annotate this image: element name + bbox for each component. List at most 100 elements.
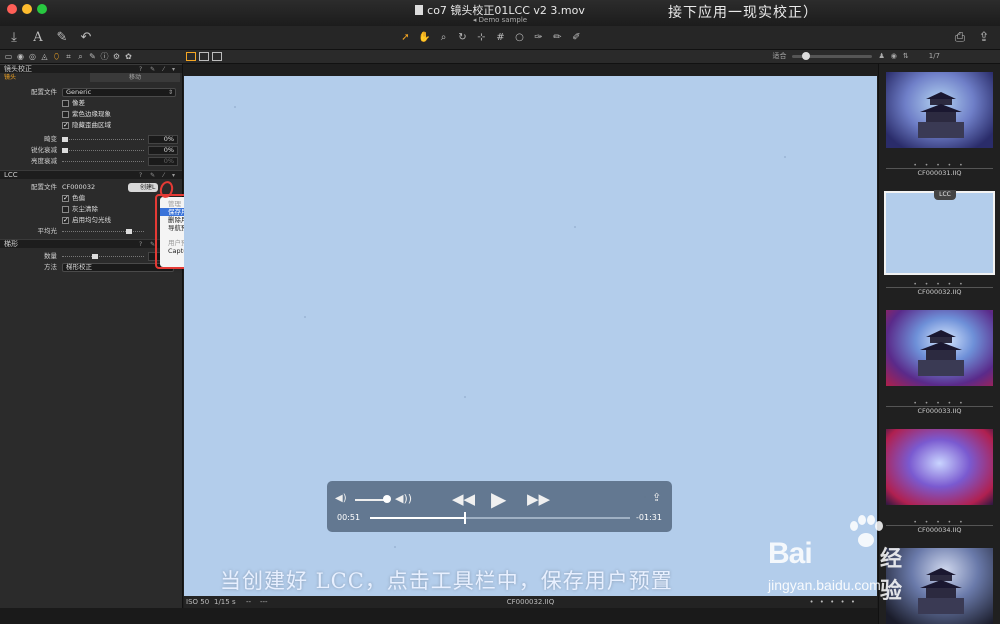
- dust-speck: [464, 396, 466, 398]
- share-icon[interactable]: ⇪: [652, 491, 661, 504]
- grid-view-icon[interactable]: [186, 52, 196, 61]
- slider-knob[interactable]: [802, 51, 811, 60]
- color-cast-checkbox[interactable]: [62, 193, 69, 204]
- light-falloff-value[interactable]: 0%: [148, 157, 178, 166]
- output-tab-icon[interactable]: ⚙: [112, 51, 121, 62]
- tab-move[interactable]: 移动: [90, 73, 180, 82]
- bottom-strip: [0, 608, 1000, 624]
- aberration-checkbox[interactable]: [62, 100, 69, 107]
- distortion-slider[interactable]: [62, 137, 144, 142]
- progress-bar[interactable]: [370, 512, 630, 524]
- compare-view-icon[interactable]: [212, 52, 222, 61]
- pagoda-image: [918, 92, 964, 138]
- color-tab-icon[interactable]: ◬: [40, 51, 49, 62]
- uniform-amount-label: 平均光: [37, 227, 58, 235]
- main-toolbar: ⤓ A ✎ ↶ ➚ ✋ ⌕ ↻ ⊹ # ○ ✑ ✏ ✐ ⎙ ⇪: [0, 26, 1000, 50]
- session-name: ◂ Demo sample: [472, 16, 528, 24]
- slider-knob[interactable]: [126, 229, 132, 234]
- exposure-tab-icon[interactable]: ⬯: [52, 51, 61, 62]
- text-icon[interactable]: A: [30, 29, 46, 47]
- rotate-icon[interactable]: ↻: [455, 30, 470, 45]
- tool-tabs: ▭ ◉ ◎ ◬ ⬯ ⌗ ⌕ ✎ ⓘ ⚙ ✿: [4, 51, 133, 62]
- thumbnail-name: CF000031.IIQ: [917, 169, 962, 177]
- eye-icon[interactable]: ◉: [891, 52, 897, 60]
- metadata-tab-icon[interactable]: ⓘ: [100, 51, 109, 62]
- thumbnail-meta: • • • • • CF000031.IIQ: [886, 162, 993, 177]
- volume-high-icon[interactable]: ◀)): [395, 492, 412, 505]
- pointer-icon[interactable]: ➚: [398, 30, 413, 45]
- lcc-badge: LCC: [934, 190, 956, 200]
- dust-speck: [394, 546, 396, 548]
- section-controls[interactable]: ? ✎ ⁄ ▾: [139, 171, 178, 180]
- viewer-header: [184, 64, 877, 76]
- purple-fringe-checkbox[interactable]: [62, 111, 69, 118]
- hide-distortion-checkbox[interactable]: [62, 120, 69, 131]
- thumbnail-cf000032[interactable]: LCC: [884, 190, 995, 275]
- lcc-header[interactable]: LCC? ✎ ⁄ ▾: [0, 170, 182, 179]
- hide-distortion-label: 隐藏歪曲区域: [72, 121, 111, 129]
- browser-controls: 适合 ♟ ◉ ⇅ 1/7: [772, 51, 940, 61]
- section-controls[interactable]: ? ✎ ⁄ ▾: [139, 65, 178, 74]
- local-adjust-tab-icon[interactable]: ✎: [88, 51, 97, 62]
- thumbnail-cf000031[interactable]: [886, 72, 993, 148]
- single-view-icon[interactable]: [199, 52, 209, 61]
- library-tab-icon[interactable]: ▭: [4, 51, 13, 62]
- pan-icon[interactable]: ✋: [417, 30, 432, 45]
- thumbnail-cf000033[interactable]: [886, 310, 993, 386]
- create-lcc-button[interactable]: 创建L: [128, 183, 158, 192]
- uniform-amount-slider[interactable]: [62, 229, 144, 234]
- uniform-light-checkbox[interactable]: [62, 215, 69, 226]
- lens-profile-select[interactable]: Generic: [62, 88, 176, 97]
- erase-icon[interactable]: ✐: [569, 30, 584, 45]
- distortion-value[interactable]: 0%: [148, 135, 178, 144]
- uniform-light-label: 启用均匀光线: [72, 216, 111, 224]
- volume-low-icon[interactable]: ◀): [335, 493, 347, 504]
- person-icon[interactable]: ♟: [878, 52, 884, 60]
- light-falloff-row: 亮度衰减 0%: [0, 156, 182, 167]
- fast-forward-button[interactable]: ▶▶: [527, 490, 550, 508]
- print-icon[interactable]: ⎙: [952, 29, 968, 47]
- batch-tab-icon[interactable]: ✿: [124, 51, 133, 62]
- brush-icon[interactable]: ✎: [54, 29, 70, 47]
- keystone-amount-slider[interactable]: [62, 254, 144, 259]
- slider-knob[interactable]: [62, 137, 68, 142]
- purple-fringe-label: 紫色边缘现象: [72, 110, 111, 118]
- sort-icon[interactable]: ⇅: [903, 52, 909, 60]
- sharpness-falloff-slider[interactable]: [62, 148, 144, 153]
- dust-speck: [574, 226, 576, 228]
- volume-knob[interactable]: [383, 495, 391, 503]
- dust-speck: [234, 106, 236, 108]
- dust-speck: [784, 156, 786, 158]
- play-button[interactable]: ▶: [491, 487, 506, 511]
- cursor-tools: ➚ ✋ ⌕ ↻ ⊹ # ○ ✑ ✏ ✐: [398, 30, 584, 45]
- straighten-icon[interactable]: #: [493, 30, 508, 45]
- dust-removal-checkbox[interactable]: [62, 206, 69, 213]
- thumbnail-size-slider[interactable]: [792, 51, 873, 60]
- lens-correction-header[interactable]: 镜头校正? ✎ ⁄ ▾: [0, 64, 182, 73]
- slider-knob[interactable]: [92, 254, 98, 259]
- slider-knob[interactable]: [62, 148, 68, 153]
- thumbnail-cf000034[interactable]: [886, 429, 993, 505]
- detail-tab-icon[interactable]: ⌕: [76, 51, 85, 62]
- lens-tab-icon[interactable]: ◎: [28, 51, 37, 62]
- zoom-fit-label[interactable]: 适合: [772, 51, 786, 61]
- light-falloff-slider[interactable]: [62, 161, 144, 162]
- lens-profile-label: 配置文件: [31, 88, 57, 96]
- overlay-caption: 接下应用一现实校正）: [668, 5, 818, 21]
- zoom-icon[interactable]: ⌕: [436, 30, 451, 45]
- crop-tab-icon[interactable]: ⌗: [64, 51, 73, 62]
- mask-icon[interactable]: ○: [512, 30, 527, 45]
- undo-icon[interactable]: ↶: [78, 29, 94, 47]
- crop-icon[interactable]: ⊹: [474, 30, 489, 45]
- picker-icon[interactable]: ✑: [531, 30, 546, 45]
- capture-tab-icon[interactable]: ◉: [16, 51, 25, 62]
- export-icon[interactable]: ⇪: [976, 29, 992, 47]
- import-icon[interactable]: ⤓: [6, 29, 22, 47]
- rewind-button[interactable]: ◀◀: [452, 490, 475, 508]
- playhead[interactable]: [463, 512, 466, 524]
- light-falloff-label: 亮度衰减: [31, 157, 57, 165]
- sharpness-falloff-value[interactable]: 0%: [148, 146, 178, 155]
- draw-icon[interactable]: ✏: [550, 30, 565, 45]
- baidu-watermark: Bai 经验 jingyan.baidu.com: [768, 515, 918, 605]
- tab-lens[interactable]: 镜头: [0, 73, 90, 82]
